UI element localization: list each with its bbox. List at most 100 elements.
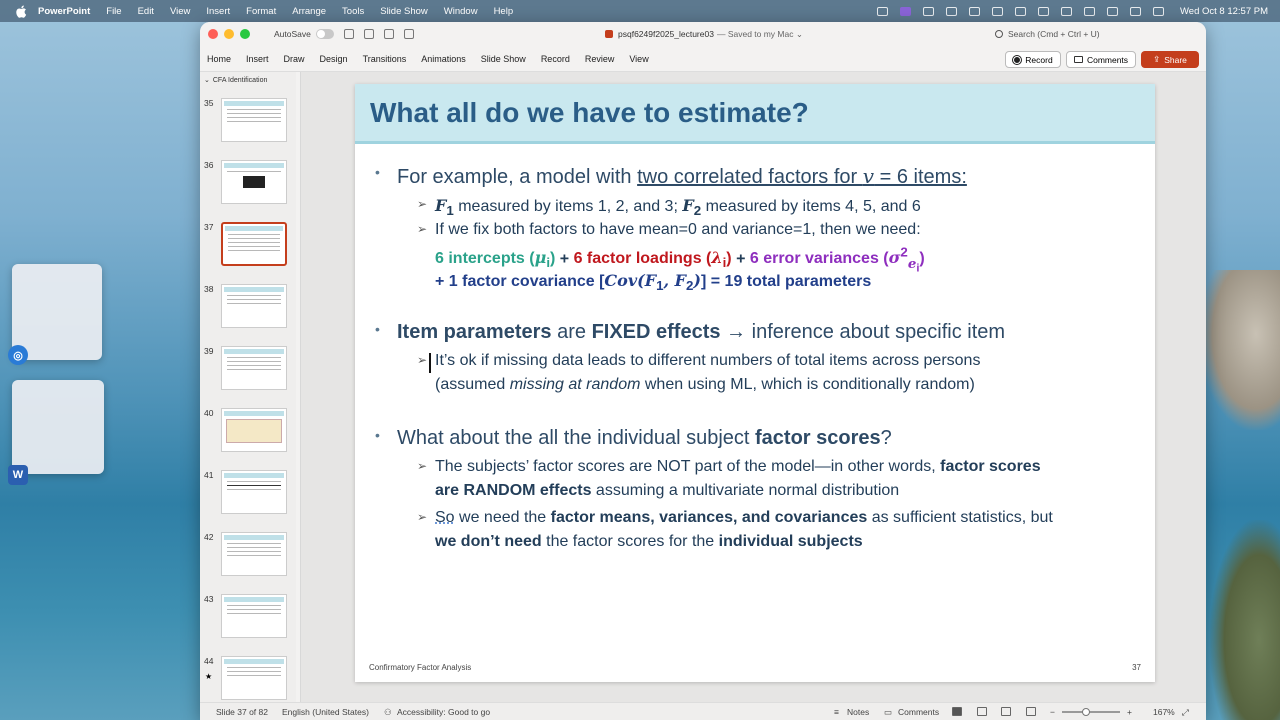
keyboard-icon[interactable] <box>922 6 934 16</box>
comments-status-button[interactable]: Comments <box>898 707 939 717</box>
slide-thumbnail[interactable]: 36 <box>200 160 296 218</box>
screen-record-icon[interactable] <box>899 6 911 16</box>
normal-view-icon[interactable] <box>952 707 962 716</box>
autosave-switch[interactable] <box>315 29 334 39</box>
menu-edit[interactable]: Edit <box>138 6 154 17</box>
status-icon[interactable] <box>876 6 888 16</box>
slide-thumbnail[interactable]: 42 <box>200 532 296 590</box>
slide-thumbnail[interactable]: 38 <box>200 284 296 342</box>
comments-button[interactable]: Comments <box>1066 51 1136 68</box>
desktop-window-thumbnail[interactable] <box>12 264 102 360</box>
menu-arrange[interactable]: Arrange <box>292 6 326 17</box>
cloud-backup-icon[interactable] <box>1014 6 1026 16</box>
accessibility-status[interactable]: Accessibility: Good to go <box>397 707 490 717</box>
menubar-clock[interactable]: Wed Oct 8 12:57 PM <box>1180 6 1268 17</box>
tab-transitions[interactable]: Transitions <box>363 54 407 64</box>
zoom-slider[interactable] <box>1062 711 1120 713</box>
language-status[interactable]: English (United States) <box>282 707 369 717</box>
record-button[interactable]: Record <box>1005 51 1061 68</box>
parameter-count-line[interactable]: 6 intercepts (μi) + 6 factor loadings (λ… <box>435 245 925 274</box>
slide-thumbnail-panel[interactable]: ⌄ CFA Identification 35 36 37 38 39 40 4 <box>200 72 296 702</box>
sub-bullet-random-effects[interactable]: are RANDOM effects assuming a multivaria… <box>435 482 899 500</box>
tab-home[interactable]: Home <box>207 54 231 64</box>
tab-animations[interactable]: Animations <box>421 54 466 64</box>
menu-slide-show[interactable]: Slide Show <box>380 6 428 17</box>
sub-bullet-missing-data[interactable]: ➢ It’s ok if missing data leads to diffe… <box>417 352 980 370</box>
app-badge-icon[interactable]: ◎ <box>8 345 28 365</box>
menu-format[interactable]: Format <box>246 6 276 17</box>
menu-view[interactable]: View <box>170 6 190 17</box>
document-title[interactable]: psqf6249f2025_lecture03 — Saved to my Ma… <box>605 22 803 46</box>
menu-tools[interactable]: Tools <box>342 6 364 17</box>
display-icon[interactable] <box>945 6 957 16</box>
slide-thumbnail[interactable]: 41 <box>200 470 296 528</box>
slide-thumbnail[interactable]: 35 <box>200 98 296 156</box>
fit-to-window-icon[interactable]: ⤢ <box>1182 707 1189 718</box>
zoom-level[interactable]: 167% <box>1153 707 1175 717</box>
comments-status-icon[interactable]: ▭ <box>884 707 892 718</box>
slide-sorter-icon[interactable] <box>977 707 987 716</box>
tab-slide-show[interactable]: Slide Show <box>481 54 526 64</box>
bullet-item-parameters[interactable]: • Item parameters are FIXED effects → in… <box>375 321 1005 344</box>
slide-number-footer[interactable]: 37 <box>1132 663 1141 672</box>
redo-icon[interactable] <box>403 29 414 39</box>
menu-help[interactable]: Help <box>494 6 514 17</box>
cloud-icon[interactable] <box>968 6 980 16</box>
save-icon[interactable] <box>363 29 374 39</box>
sub-bullet-factors-measured[interactable]: ➢ F1 measured by items 1, 2, and 3; F2 m… <box>417 196 921 218</box>
tab-view[interactable]: View <box>629 54 648 64</box>
slide-thumbnail[interactable]: 39 <box>200 346 296 404</box>
apple-icon[interactable] <box>14 4 28 18</box>
notes-icon[interactable]: ≡ <box>834 707 839 717</box>
tab-review[interactable]: Review <box>585 54 615 64</box>
share-button[interactable]: ⇪ Share <box>1141 51 1199 68</box>
menu-file[interactable]: File <box>106 6 121 17</box>
slide-thumbnail-selected[interactable]: 37 <box>200 222 296 280</box>
slide-footer[interactable]: Confirmatory Factor Analysis <box>369 663 471 672</box>
slide-thumbnail[interactable]: 43 <box>200 594 296 652</box>
time-machine-icon[interactable] <box>1106 6 1118 16</box>
tab-record[interactable]: Record <box>541 54 570 64</box>
zoom-slider-handle[interactable] <box>1082 708 1090 716</box>
factor-covariance-line[interactable]: + 1 factor covariance [Cov(F1, F2)] = 19… <box>435 271 871 293</box>
bullet-factor-scores[interactable]: • What about the all the individual subj… <box>375 427 892 450</box>
accessibility-icon[interactable]: ⚇ <box>384 707 392 718</box>
wifi-icon[interactable] <box>1129 6 1141 16</box>
chevron-down-icon[interactable]: ⌄ <box>204 76 210 84</box>
home-icon[interactable] <box>343 29 354 39</box>
word-app-icon[interactable]: W <box>8 465 28 485</box>
sub-bullet-individual-subjects[interactable]: we don’t need the factor scores for the … <box>435 533 863 551</box>
sub-bullet-fix-factors[interactable]: ➢ If we fix both factors to have mean=0 … <box>417 221 921 239</box>
slide-title[interactable]: What all do we have to estimate? <box>370 97 809 129</box>
menu-app-name[interactable]: PowerPoint <box>38 6 90 17</box>
menu-insert[interactable]: Insert <box>206 6 230 17</box>
control-center-icon[interactable] <box>1152 6 1164 16</box>
sub-bullet-missing-data-continued[interactable]: (assumed missing at random when using ML… <box>435 376 975 394</box>
menu-window[interactable]: Window <box>444 6 478 17</box>
section-header[interactable]: ⌄ CFA Identification <box>200 72 296 88</box>
slide-thumbnail[interactable]: 44 ★ <box>200 656 296 702</box>
zoom-window-button[interactable] <box>240 29 250 39</box>
slide-canvas[interactable]: What all do we have to estimate? • For e… <box>355 84 1155 682</box>
drive-icon[interactable] <box>1037 6 1049 16</box>
reading-view-icon[interactable] <box>1001 707 1011 716</box>
slide-thumbnail[interactable]: 40 <box>200 408 296 466</box>
tab-draw[interactable]: Draw <box>284 54 305 64</box>
bluetooth-icon[interactable] <box>1060 6 1072 16</box>
undo-icon[interactable] <box>383 29 394 39</box>
sub-bullet-not-part-of-model[interactable]: ➢ The subjects’ factor scores are NOT pa… <box>417 458 1041 476</box>
tab-insert[interactable]: Insert <box>246 54 269 64</box>
battery-icon[interactable] <box>1083 6 1095 16</box>
sub-bullet-sufficient-statistics[interactable]: ➢ So we need the factor means, variances… <box>417 509 1053 527</box>
bullet-two-factors[interactable]: • For example, a model with two correlat… <box>375 164 967 189</box>
slideshow-view-icon[interactable] <box>1026 707 1036 716</box>
zoom-out-icon[interactable]: − <box>1050 707 1055 717</box>
close-window-button[interactable] <box>208 29 218 39</box>
cloud-sync-icon[interactable] <box>991 6 1003 16</box>
search-field[interactable]: Search (Cmd + Ctrl + U) <box>995 26 1195 42</box>
notes-button[interactable]: Notes <box>847 707 869 717</box>
desktop-document-thumbnail[interactable] <box>12 380 104 474</box>
minimize-window-button[interactable] <box>224 29 234 39</box>
autosave-toggle[interactable]: AutoSave <box>274 29 334 39</box>
zoom-in-icon[interactable]: + <box>1127 707 1132 717</box>
